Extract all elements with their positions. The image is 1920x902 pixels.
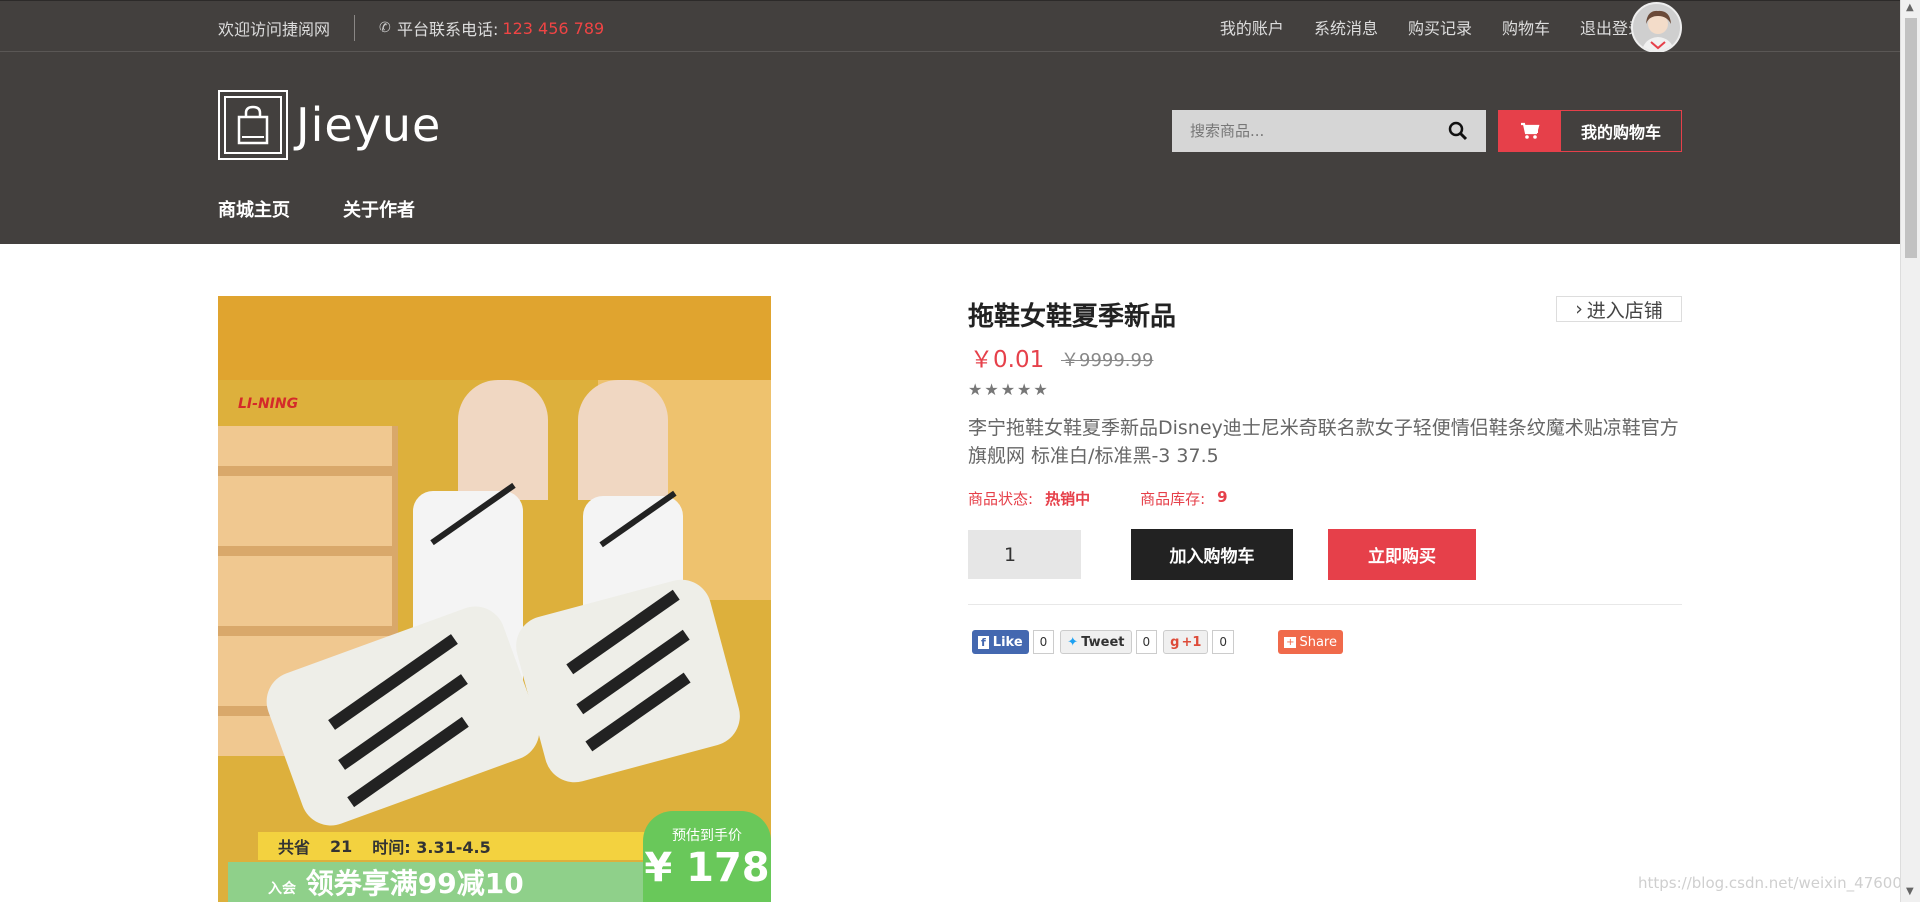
- price-tag-value: ¥ 178: [644, 845, 770, 891]
- enter-shop-label: 进入店铺: [1586, 299, 1663, 322]
- top-bar-links: 我的账户 系统消息 购买记录 购物车 退出登录: [1220, 15, 1644, 39]
- gplus-label: +1: [1181, 634, 1202, 650]
- product-title: 拖鞋女鞋夏季新品: [968, 302, 1177, 332]
- promo-save-value: 21: [330, 836, 353, 856]
- nav-home[interactable]: 商城主页: [218, 196, 290, 222]
- my-cart-button[interactable]: 我的购物车: [1498, 110, 1682, 152]
- scroll-down-icon[interactable]: ▼: [1906, 886, 1914, 897]
- promo-side: 入会: [268, 881, 296, 897]
- watermark: https://blog.csdn.net/weixin_47600880: [1638, 874, 1920, 892]
- image-leg: [458, 380, 548, 500]
- bag-icon: [224, 96, 282, 154]
- link-system-messages[interactable]: 系统消息: [1314, 15, 1378, 39]
- promo-text: 领券享满99减10: [305, 867, 524, 900]
- logo-text: Jieyue: [296, 98, 442, 152]
- brand-logo: LI-NING: [238, 396, 299, 412]
- crate-slat: [218, 626, 398, 636]
- link-my-account[interactable]: 我的账户: [1220, 15, 1284, 39]
- rating-stars-icon: ★★★★★: [968, 380, 1050, 399]
- social-share-bar: f Like 0 ✦ Tweet 0 g +1 0 + Share: [972, 630, 1343, 654]
- like-count: 0: [1032, 630, 1055, 654]
- scroll-thumb[interactable]: [1905, 18, 1917, 258]
- add-to-cart-button[interactable]: 加入购物车: [1131, 529, 1293, 580]
- link-cart[interactable]: 购物车: [1502, 15, 1550, 39]
- top-bar: 欢迎访问捷阅网 ✆ 平台联系电话: 123 456 789 我的账户 系统消息 …: [0, 0, 1900, 53]
- stock-label: 商品库存:: [1140, 490, 1206, 508]
- scrollbar[interactable]: ▲ ▼: [1900, 0, 1920, 902]
- logo[interactable]: Jieyue: [218, 90, 441, 160]
- crate-slat: [218, 546, 398, 556]
- scroll-up-icon[interactable]: ▲: [1906, 2, 1914, 13]
- original-price: ￥9999.99: [1061, 350, 1154, 371]
- share-button[interactable]: + Share: [1278, 630, 1343, 654]
- search-icon[interactable]: [1448, 121, 1468, 145]
- promo-time: 时间: 3.31-4.5: [372, 838, 491, 857]
- price-tag-title: 预估到手价: [672, 828, 742, 844]
- google-plus-button[interactable]: g +1: [1163, 630, 1209, 654]
- tweet-button[interactable]: ✦ Tweet: [1060, 630, 1132, 654]
- phone-icon: ✆: [379, 20, 391, 36]
- current-price: ￥0.01: [970, 347, 1045, 373]
- buy-now-button[interactable]: 立即购买: [1328, 529, 1476, 580]
- facebook-icon: f: [978, 635, 989, 649]
- link-purchase-history[interactable]: 购买记录: [1408, 15, 1472, 39]
- price-tag: 预估到手价 ¥ 178: [643, 811, 771, 902]
- status-value: 热销中: [1045, 490, 1091, 508]
- welcome-text: 欢迎访问捷阅网: [218, 20, 331, 39]
- twitter-icon: ✦: [1067, 634, 1079, 650]
- promo-save-label: 共省: [278, 838, 311, 857]
- gplus-count: 0: [1212, 630, 1235, 654]
- my-cart-label: 我的购物车: [1580, 123, 1661, 142]
- enter-shop-button[interactable]: › 进入店铺: [1556, 296, 1682, 322]
- phone-label: 平台联系电话:: [397, 20, 499, 39]
- crate-slat: [218, 466, 398, 476]
- divider: [354, 15, 356, 41]
- search-input[interactable]: [1172, 122, 1432, 140]
- tweet-label: Tweet: [1081, 634, 1125, 650]
- stock-value: 9: [1217, 488, 1228, 506]
- search-box: [1172, 110, 1486, 152]
- chevron-right-icon: ›: [1575, 298, 1583, 320]
- logo-box: [218, 90, 288, 160]
- status-label: 商品状态:: [968, 490, 1034, 508]
- product-status: 商品状态: 热销中 商品库存: 9: [968, 488, 1278, 509]
- facebook-like-button[interactable]: f Like: [972, 630, 1029, 654]
- nav-about-author[interactable]: 关于作者: [343, 196, 415, 222]
- product-image: LI-NING 共省 21 时间: 3.31-4.5 入会 领券享满99减10 …: [218, 296, 771, 902]
- cart-icon: [1499, 111, 1561, 151]
- header: Jieyue 我的购物车 商城主页 关于作者: [0, 52, 1900, 244]
- tweet-count: 0: [1135, 630, 1158, 654]
- like-label: Like: [992, 634, 1023, 650]
- share-label: Share: [1299, 634, 1337, 650]
- product-description: 李宁拖鞋女鞋夏季新品Disney迪士尼米奇联名款女子轻便情侣鞋条纹魔术贴凉鞋官方…: [968, 417, 1679, 467]
- phone-number: 123 456 789: [502, 18, 605, 38]
- google-plus-icon: g: [1170, 634, 1180, 650]
- plus-icon: +: [1284, 636, 1297, 648]
- quantity-input[interactable]: [968, 530, 1081, 579]
- image-leg: [578, 380, 668, 500]
- top-bar-left: 欢迎访问捷阅网 ✆ 平台联系电话: 123 456 789: [218, 15, 604, 41]
- avatar[interactable]: [1631, 2, 1682, 53]
- main-nav: 商城主页 关于作者: [218, 196, 415, 222]
- divider: [968, 604, 1682, 605]
